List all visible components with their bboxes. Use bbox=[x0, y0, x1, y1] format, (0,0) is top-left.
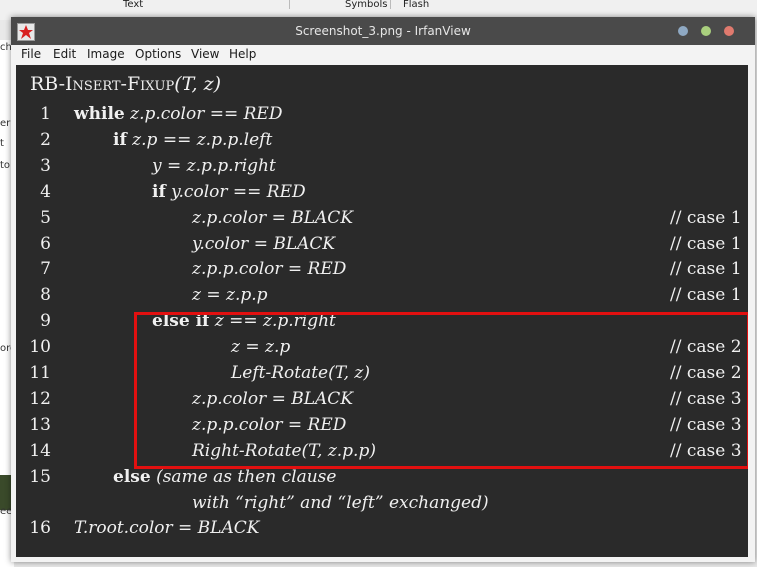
code-text: if y.color == RED bbox=[152, 182, 306, 202]
code-body: y = z.p.p.right bbox=[152, 155, 276, 176]
code-text: y.color = BLACK bbox=[192, 234, 335, 254]
code-text: if z.p == z.p.p.left bbox=[113, 130, 272, 150]
code-text: z.p.p.color = RED bbox=[192, 259, 346, 279]
close-button[interactable] bbox=[724, 26, 734, 36]
line-number: 10 bbox=[29, 337, 51, 358]
line-number: 5 bbox=[40, 207, 51, 228]
code-body: with “right” and “left” exchanged) bbox=[192, 492, 489, 513]
line-number: 16 bbox=[29, 518, 51, 539]
tab-separator bbox=[390, 0, 391, 9]
code-body: z.p.color = BLACK bbox=[192, 207, 354, 228]
menu-help[interactable]: Help bbox=[229, 47, 256, 61]
line-number: 8 bbox=[40, 285, 51, 306]
code-text: else (same as then clause bbox=[113, 467, 336, 487]
keyword: else bbox=[113, 466, 151, 487]
code-text: with “right” and “left” exchanged) bbox=[192, 493, 489, 513]
minimize-button[interactable] bbox=[678, 26, 688, 36]
code-line: with “right” and “left” exchanged) bbox=[16, 493, 748, 517]
code-text: T.root.color = BLACK bbox=[74, 518, 259, 538]
highlight-rectangle bbox=[134, 312, 748, 469]
code-body: (same as then clause bbox=[150, 466, 337, 487]
code-line: 16 T.root.color = BLACK bbox=[16, 518, 748, 542]
line-number: 13 bbox=[29, 414, 51, 435]
code-text: y = z.p.p.right bbox=[152, 156, 276, 176]
algorithm-args: (T, z) bbox=[174, 73, 222, 95]
code-line: 7 z.p.p.color = RED // case 1 bbox=[16, 259, 748, 283]
keyword: if bbox=[152, 181, 166, 202]
case-comment: // case 1 bbox=[670, 285, 742, 306]
keyword: if bbox=[113, 129, 127, 150]
code-body: y.color = BLACK bbox=[192, 233, 336, 254]
keyword: while bbox=[74, 104, 125, 124]
code-text: z.p.color = BLACK bbox=[192, 208, 353, 228]
background-fragment: er bbox=[0, 118, 11, 129]
line-number: 4 bbox=[40, 181, 51, 202]
code-line: 15 else (same as then clause bbox=[16, 467, 748, 491]
menu-bar: File Edit Image Options View Help bbox=[11, 45, 755, 65]
case-comment: // case 1 bbox=[670, 207, 742, 228]
line-number: 11 bbox=[29, 363, 51, 383]
code-body: z.p.p.color = RED bbox=[192, 259, 347, 280]
line-number: 1 bbox=[40, 104, 51, 124]
code-body: T.root.color = BLACK bbox=[74, 518, 260, 539]
line-number: 2 bbox=[40, 129, 51, 150]
background-fragment: t bbox=[0, 138, 4, 149]
menu-file[interactable]: File bbox=[21, 47, 41, 61]
line-number: 3 bbox=[40, 155, 51, 176]
code-text: z = z.p.p bbox=[192, 285, 268, 305]
code-line: 8 z = z.p.p // case 1 bbox=[16, 285, 748, 309]
background-tab-symbols[interactable]: Symbols bbox=[345, 0, 387, 10]
window-title: Screenshot_3.png - IrfanView bbox=[295, 24, 471, 38]
background-fragment: to bbox=[0, 160, 11, 171]
algorithm-name: RB-Insert-Fixup bbox=[30, 73, 175, 95]
menu-image[interactable]: Image bbox=[87, 47, 125, 61]
line-number: 9 bbox=[40, 311, 51, 332]
code-line: 1 while z.p.color == RED bbox=[16, 104, 748, 128]
code-line: 6 y.color = BLACK // case 1 bbox=[16, 234, 748, 258]
background-tab-flash[interactable]: Flash bbox=[403, 0, 429, 10]
code-body: y.color == RED bbox=[165, 181, 306, 202]
irfanview-window: Screenshot_3.png - IrfanView File Edit I… bbox=[11, 17, 755, 562]
code-line: 2 if z.p == z.p.p.left bbox=[16, 130, 748, 154]
maximize-button[interactable] bbox=[701, 26, 711, 36]
code-line: 3 y = z.p.p.right bbox=[16, 156, 748, 180]
case-comment: // case 1 bbox=[670, 233, 742, 254]
code-text: while z.p.color == RED bbox=[74, 104, 282, 124]
line-number: 12 bbox=[29, 388, 51, 409]
menu-options[interactable]: Options bbox=[135, 47, 181, 61]
code-line: 4 if y.color == RED bbox=[16, 182, 748, 206]
code-line: 5 z.p.color = BLACK // case 1 bbox=[16, 208, 748, 232]
line-number: 14 bbox=[29, 440, 51, 461]
background-tab-text[interactable]: Text bbox=[123, 0, 143, 10]
line-number: 7 bbox=[40, 259, 51, 280]
code-body: z = z.p.p bbox=[192, 285, 268, 306]
code-body: z.p.color == RED bbox=[124, 104, 283, 124]
line-number: 15 bbox=[29, 466, 51, 487]
line-number: 6 bbox=[40, 233, 51, 254]
menu-edit[interactable]: Edit bbox=[53, 47, 76, 61]
algorithm-title: RB-Insert-Fixup(T, z) bbox=[30, 73, 221, 95]
title-bar[interactable]: Screenshot_3.png - IrfanView bbox=[11, 17, 755, 45]
code-body: z.p == z.p.p.left bbox=[126, 129, 273, 150]
tab-separator bbox=[289, 0, 290, 9]
menu-view[interactable]: View bbox=[191, 47, 219, 61]
image-canvas[interactable]: RB-Insert-Fixup(T, z) 1 while z.p.color =… bbox=[16, 65, 748, 557]
case-comment: // case 1 bbox=[670, 259, 742, 280]
